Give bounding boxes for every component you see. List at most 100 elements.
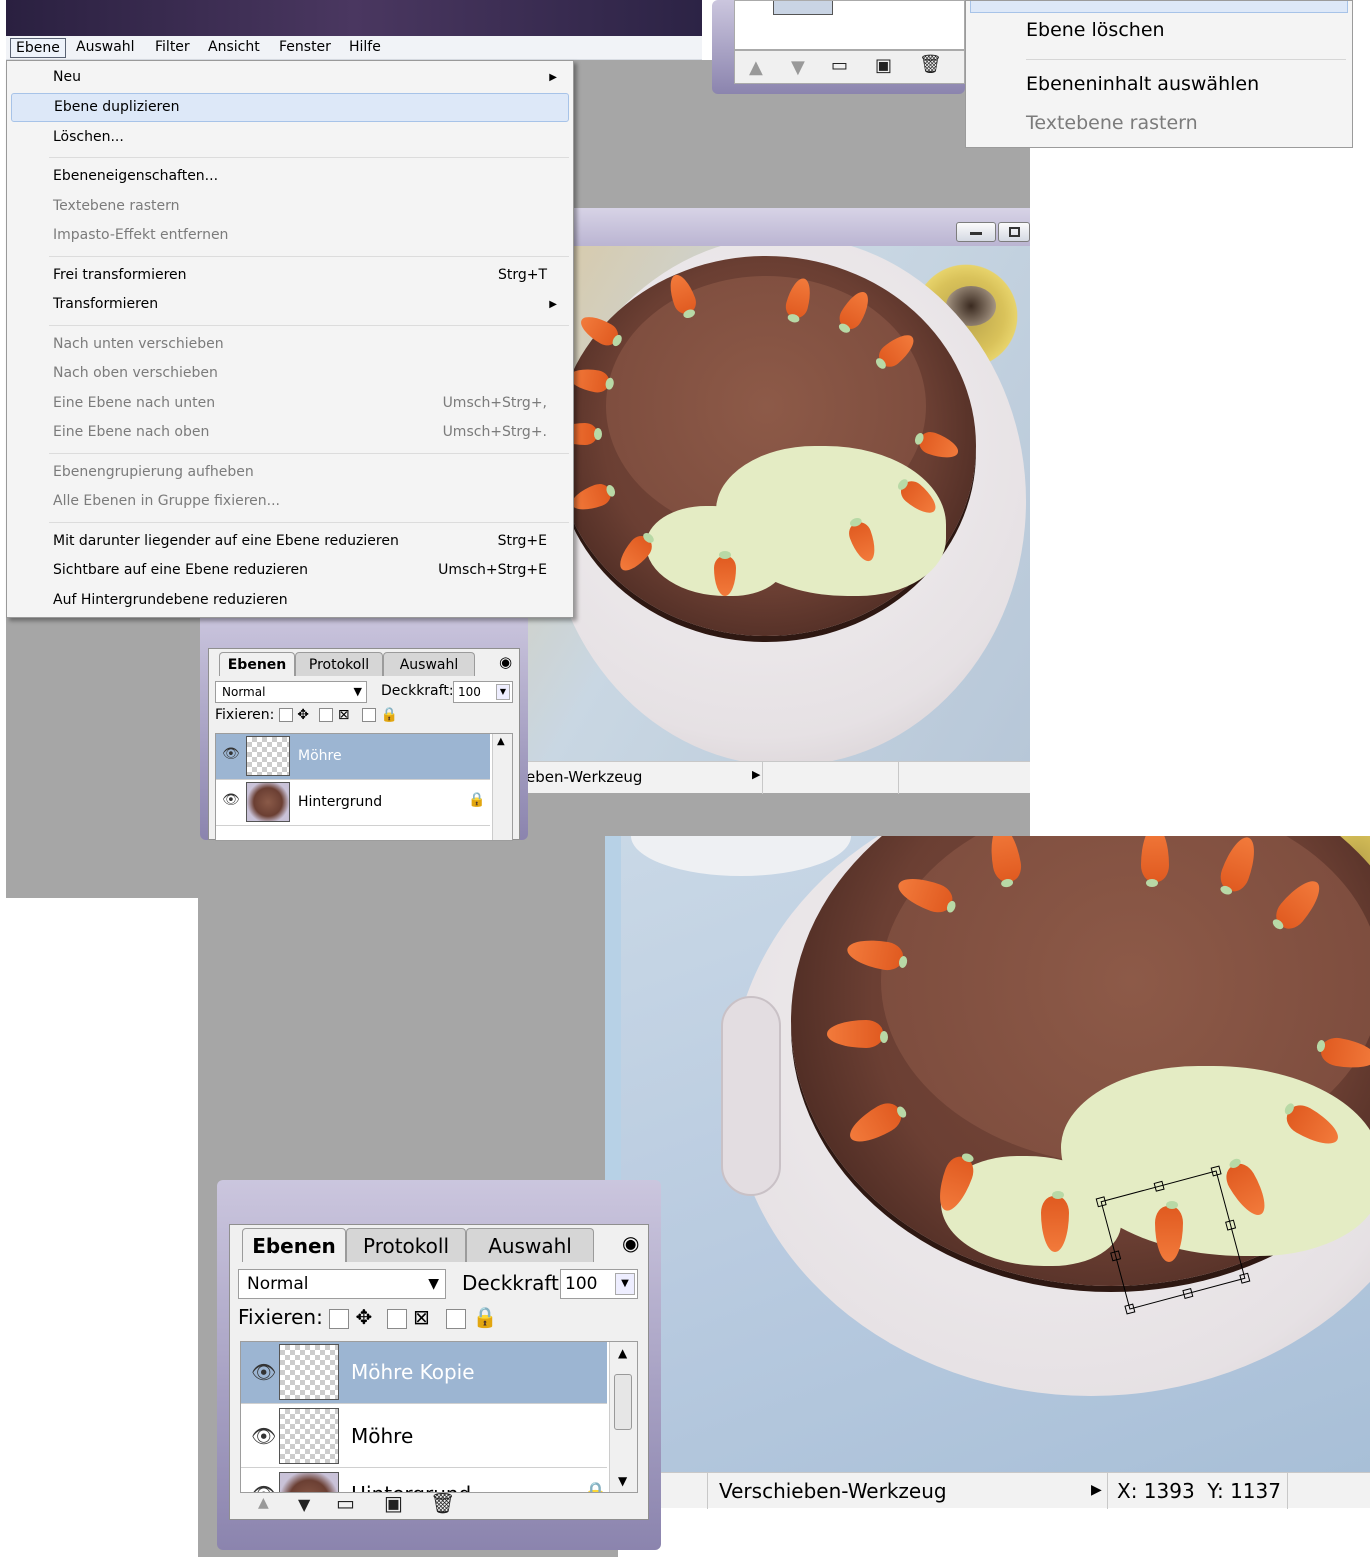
menu-item-delete[interactable]: Löschen... (11, 123, 569, 152)
layer-row-moehre[interactable]: 👁 Möhre (241, 1404, 607, 1468)
lock-icon: 🔒 (380, 707, 398, 723)
scroll-up-icon[interactable]: ▲ (497, 736, 505, 747)
lock-pixels-checkbox[interactable] (386, 1308, 407, 1329)
move-icon: ✥ (297, 707, 310, 723)
menu-item-rasterize-text: Textebene rastern (53, 198, 180, 214)
new-layer-icon[interactable]: ▣ (384, 1491, 403, 1515)
tab-auswahl[interactable]: Auswahl (383, 652, 475, 676)
menu-item-merge-down[interactable]: Mit darunter liegender auf eine Ebene re… (11, 527, 569, 556)
lock-icon: 🔒 (583, 1480, 608, 1493)
eye-icon[interactable]: 👁 (251, 1482, 276, 1492)
layers-panel-small: Ebenen Protokoll Auswahl ◉ Normal ▼ Deck… (208, 648, 520, 841)
lock-transparency-checkbox[interactable] (278, 708, 293, 722)
menu-auswahl[interactable]: Auswahl (71, 38, 140, 58)
menu-item-layer-properties[interactable]: Ebeneneigenschaften... (11, 162, 569, 191)
lock-row: Fixieren: ✥ ⊠ 🔒 (238, 1305, 497, 1329)
menu-item-transform[interactable]: Transformieren ▶ (11, 290, 569, 319)
lock-pixels-checkbox[interactable] (319, 708, 334, 722)
opacity-label: Deckkraft: (462, 1271, 566, 1295)
layer-row-hintergrund[interactable]: 👁 Hintergrund 🔒 (216, 780, 490, 826)
status-menu-arrow[interactable]: ▶ (1091, 1482, 1102, 1498)
move-down-icon[interactable]: ▼ (791, 57, 805, 78)
menu-filter[interactable]: Filter (150, 38, 195, 58)
eye-icon[interactable]: 👁 (251, 1424, 276, 1448)
tab-protokoll[interactable]: Protokoll (295, 652, 383, 676)
transform-handle[interactable] (1095, 1196, 1107, 1208)
blend-mode-select[interactable]: Normal ▼ (238, 1269, 446, 1299)
maximize-button[interactable] (998, 222, 1030, 242)
scroll-down-icon[interactable]: ▼ (618, 1474, 627, 1488)
status-menu-arrow[interactable]: ▶ (752, 768, 760, 781)
layer-list-small: 👁 Möhre 👁 Hintergrund 🔒 ▲ (215, 733, 513, 841)
status-tool-name: eben-Werkzeug (526, 768, 643, 786)
menu-fenster[interactable]: Fenster (274, 38, 336, 58)
layer-thumbnail (279, 1472, 339, 1492)
menu-ansicht[interactable]: Ansicht (203, 38, 265, 58)
eye-icon[interactable]: 👁 (251, 1360, 276, 1384)
menu-item-flatten[interactable]: Auf Hintergrundebene reduzieren (11, 586, 569, 615)
panel-menu-icon[interactable]: ◉ (499, 653, 512, 671)
new-group-icon[interactable]: ▭ (336, 1491, 355, 1515)
eye-icon[interactable]: 👁 (222, 792, 240, 808)
menu-item-neu[interactable]: Neu ▶ (11, 63, 569, 92)
panel-menu-icon[interactable]: ◉ (622, 1231, 639, 1255)
layers-panel-small-frame: Ebenen Protokoll Auswahl ◉ Normal ▼ Deck… (200, 612, 528, 841)
lock-all-checkbox[interactable] (446, 1308, 467, 1329)
layer-name: Hintergrund (298, 794, 383, 810)
move-up-icon[interactable]: ▲ (749, 57, 763, 78)
opacity-field[interactable]: 100 ▼ (560, 1269, 638, 1299)
tab-ebenen[interactable]: Ebenen (242, 1228, 346, 1262)
scroll-thumb[interactable] (614, 1374, 632, 1430)
move-up-icon[interactable]: ▲ (258, 1495, 269, 1511)
status-coordinates: X: 1393 Y: 1137 (1117, 1479, 1281, 1503)
layers-panel-large: Ebenen Protokoll Auswahl ◉ Normal ▼ Deck… (229, 1224, 649, 1520)
minimize-button[interactable] (956, 222, 996, 242)
menu-item-move-up: Nach oben verschieben (53, 365, 218, 381)
opacity-field[interactable]: 100 ▼ (453, 681, 513, 703)
menu-item-move-down: Nach unten verschieben (53, 336, 224, 352)
layer-row-hintergrund[interactable]: 👁 Hintergrund 🔒 (241, 1468, 608, 1493)
menu-hilfe[interactable]: Hilfe (344, 38, 386, 58)
new-group-icon[interactable]: ▭ (831, 55, 848, 76)
cake-photo-canvas-zoomed[interactable] (621, 836, 1370, 1472)
tab-ebenen[interactable]: Ebenen (219, 652, 295, 676)
opacity-dropdown-icon[interactable]: ▼ (615, 1273, 635, 1295)
lock-all-checkbox[interactable] (362, 708, 377, 722)
layer-row-moehre[interactable]: 👁 Möhre (216, 734, 490, 780)
layer-name: Möhre Kopie (351, 1360, 475, 1384)
layer-row-moehre-kopie[interactable]: 👁 Möhre Kopie (241, 1342, 607, 1404)
menubar: Ebene Auswahl Filter Ansicht Fenster Hil… (6, 36, 702, 60)
tab-protokoll[interactable]: Protokoll (346, 1228, 466, 1262)
layer-list-top (734, 0, 965, 50)
layer-scrollbar[interactable]: ▲ (492, 734, 512, 840)
menu-item-merge-visible[interactable]: Sichtbare auf eine Ebene reduzieren Umsch… (11, 556, 569, 585)
transform-handle[interactable] (1153, 1180, 1165, 1192)
move-icon: ✥ (355, 1305, 373, 1329)
new-layer-icon[interactable]: ▣ (875, 55, 892, 76)
lock-label: Fixieren: (215, 707, 275, 723)
layers-panel-frame-top: ▲ ▼ ▭ ▣ 🗑 (712, 0, 965, 94)
context-item-delete-layer[interactable]: Ebene löschen (1026, 19, 1165, 41)
status-bar-large: Verschieben-Werkzeug ▶ X: 1393 Y: 1137 (621, 1472, 1370, 1509)
menu-item-duplicate-layer[interactable]: Ebene duplizieren (11, 93, 569, 122)
menu-item-free-transform[interactable]: Frei transformieren Strg+T (11, 261, 569, 290)
transform-handle[interactable] (1110, 1250, 1122, 1262)
eye-icon[interactable]: 👁 (222, 746, 240, 762)
opacity-dropdown-icon[interactable]: ▼ (496, 684, 510, 700)
context-item-select-layer-content[interactable]: Ebeneninhalt auswählen (1026, 73, 1259, 95)
layer-scrollbar[interactable]: ▲ ▼ (609, 1342, 637, 1492)
panel-tabs: Ebenen Protokoll Auswahl ◉ (209, 649, 519, 677)
menu-ebene[interactable]: Ebene (10, 38, 66, 58)
layer-name: Möhre (298, 748, 342, 764)
cake-photo-canvas[interactable] (526, 246, 1030, 761)
trash-icon[interactable]: 🗑 (919, 54, 942, 75)
scroll-up-icon[interactable]: ▲ (618, 1346, 627, 1360)
move-down-icon[interactable]: ▼ (298, 1495, 310, 1514)
document-titlebar (574, 208, 1030, 248)
blend-mode-select[interactable]: Normal ▼ (215, 681, 367, 703)
trash-icon[interactable]: 🗑 (430, 1491, 455, 1515)
lock-transparency-checkbox[interactable] (329, 1308, 350, 1329)
pixels-icon: ⊠ (337, 707, 350, 723)
tab-auswahl[interactable]: Auswahl (466, 1228, 594, 1262)
lock-label: Fixieren: (238, 1305, 323, 1329)
